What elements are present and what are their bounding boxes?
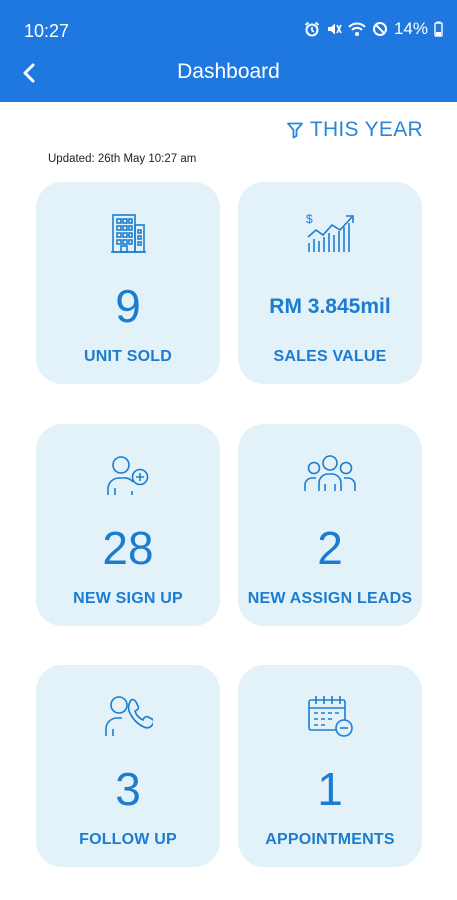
updated-timestamp: Updated: 26th May 10:27 am [48, 153, 197, 165]
filter-icon [286, 122, 303, 139]
group-icon [302, 452, 358, 498]
wifi-icon [348, 21, 366, 37]
appointments-value: 1 [317, 763, 343, 815]
filter-label: THIS YEAR [309, 118, 423, 141]
follow-up-value: 3 [115, 763, 141, 815]
new-sign-up-value: 28 [102, 522, 154, 574]
follow-up-card[interactable]: 3 FOLLOW UP [36, 665, 220, 867]
unit-sold-card[interactable]: 9 UNIT SOLD [36, 182, 220, 384]
follow-up-label: FOLLOW UP [79, 831, 177, 848]
sales-chart-icon: $ [302, 210, 358, 256]
new-assign-leads-label: NEW ASSIGN LEADS [247, 590, 413, 607]
user-add-icon [100, 452, 156, 498]
sales-value-value: RM 3.845mil [269, 295, 391, 318]
back-button[interactable] [14, 58, 44, 88]
appointments-label: APPOINTMENTS [265, 831, 395, 848]
battery-percent: 14% [393, 19, 428, 38]
chevron-left-icon [23, 63, 35, 83]
new-sign-up-label: NEW SIGN UP [73, 590, 183, 607]
battery-icon [434, 21, 443, 37]
svg-text:$: $ [306, 212, 313, 226]
building-icon [100, 210, 156, 256]
calendar-icon [302, 693, 358, 739]
new-assign-leads-value: 2 [317, 522, 343, 574]
page-title: Dashboard [177, 60, 280, 83]
user-phone-icon [100, 693, 156, 739]
status-icons: 14% [304, 19, 443, 39]
unit-sold-label: UNIT SOLD [83, 348, 173, 365]
sales-value-card[interactable]: $ RM 3.845mil SALES VALUE [238, 182, 422, 384]
do-not-disturb-icon [372, 21, 388, 37]
new-assign-leads-card[interactable]: 2 NEW ASSIGN LEADS [238, 424, 422, 626]
status-time: 10:27 [24, 21, 70, 41]
app-bar: 10:27 14% Dashboard [0, 0, 457, 102]
mute-icon [326, 21, 342, 37]
sales-value-label: SALES VALUE [273, 348, 387, 365]
year-filter-button[interactable]: THIS YEAR [286, 118, 423, 142]
unit-sold-value: 9 [115, 280, 141, 332]
new-sign-up-card[interactable]: 28 NEW SIGN UP [36, 424, 220, 626]
alarm-icon [304, 21, 320, 37]
appointments-card[interactable]: 1 APPOINTMENTS [238, 665, 422, 867]
